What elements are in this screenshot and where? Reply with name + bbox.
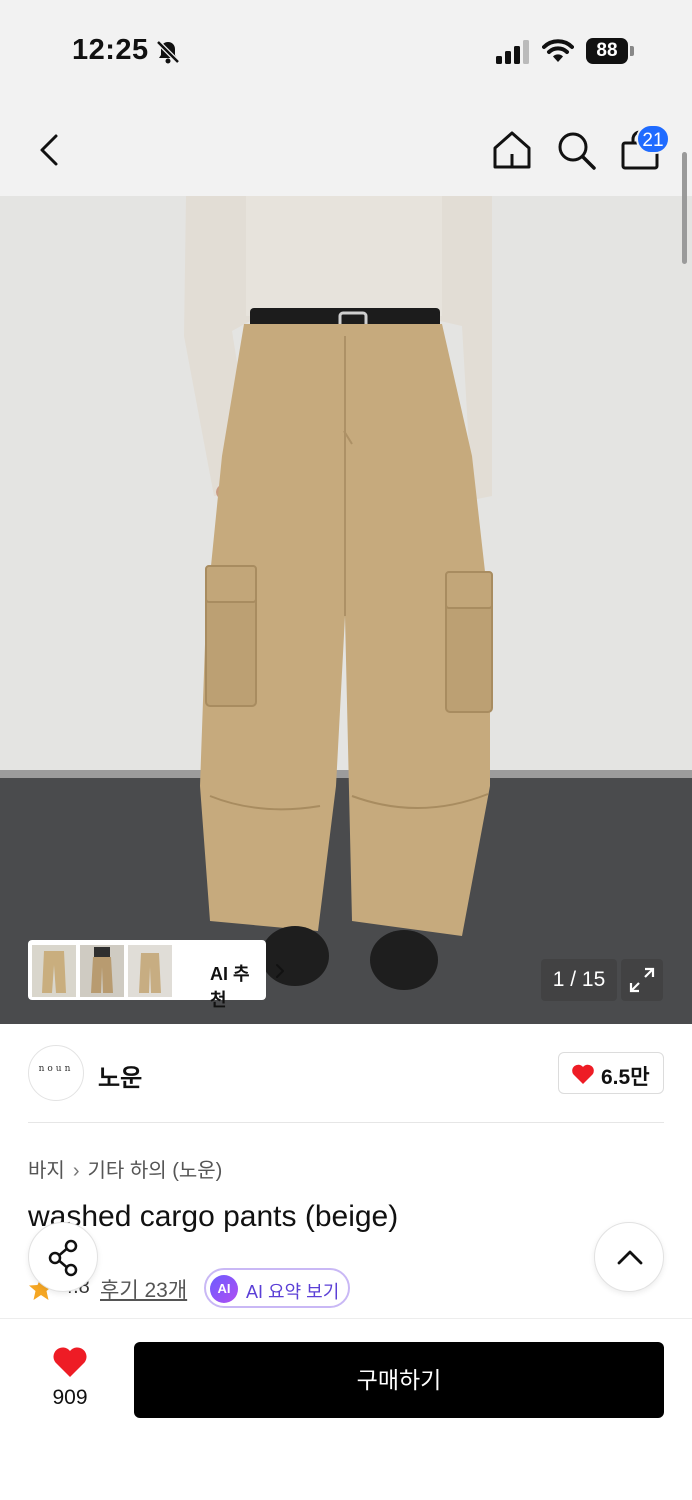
wish-count: 909: [52, 1386, 88, 1409]
battery-level: 88: [586, 38, 628, 64]
wifi-icon: [542, 39, 574, 62]
breadcrumb-item[interactable]: 기타 하의 (노운): [87, 1160, 222, 1182]
product-photo: [0, 196, 692, 1024]
heart-icon[interactable]: [52, 1346, 88, 1378]
chevron-right-icon: [276, 964, 284, 978]
brand-like-button[interactable]: 6.5만: [558, 1052, 664, 1094]
buy-button[interactable]: 구매하기: [134, 1342, 664, 1418]
ai-recommend-chip[interactable]: AI 추천: [28, 940, 284, 1010]
divider: [28, 1122, 664, 1123]
ai-recommend-label: AI 추천: [210, 964, 250, 1010]
brand-logo-text: noun: [38, 1064, 74, 1074]
expand-button[interactable]: [621, 959, 663, 1001]
bell-off-icon: [156, 40, 180, 64]
chevron-up-icon: [617, 1250, 643, 1265]
battery-icon: 88: [586, 38, 634, 64]
brand-logo[interactable]: noun: [28, 1045, 84, 1101]
scroll-top-button[interactable]: [594, 1222, 664, 1292]
brand-name[interactable]: 노운: [98, 1058, 142, 1093]
scrollbar[interactable]: [682, 152, 687, 264]
share-button[interactable]: [28, 1222, 98, 1292]
heart-icon: [572, 1064, 594, 1084]
status-bar: 12:25 88: [0, 0, 692, 100]
ai-thumbnail[interactable]: [80, 945, 124, 997]
back-icon[interactable]: [30, 130, 70, 170]
breadcrumb-item[interactable]: 바지: [28, 1160, 65, 1182]
nav-bar: [0, 100, 692, 196]
product-image[interactable]: [0, 196, 692, 1024]
expand-icon: [629, 967, 655, 993]
brand-like-count: 6.5만: [601, 1066, 650, 1089]
cart-count-badge: 21: [636, 124, 670, 154]
ai-thumbnail[interactable]: [32, 945, 76, 997]
breadcrumb: 바지 › 기타 하의 (노운): [28, 1154, 222, 1183]
review-link[interactable]: 후기 23개: [100, 1274, 187, 1304]
ai-summary-button[interactable]: AI AI 요약 보기: [204, 1268, 350, 1308]
home-icon[interactable]: [490, 128, 534, 172]
status-time: 12:25: [72, 34, 149, 66]
share-icon: [48, 1239, 78, 1277]
search-icon[interactable]: [554, 128, 598, 172]
ai-thumbnail[interactable]: [128, 945, 172, 997]
ai-badge-icon: AI: [210, 1275, 238, 1303]
signal-icon: [496, 40, 529, 64]
ai-summary-label: AI 요약 보기: [246, 1282, 340, 1302]
image-page-counter: 1 / 15: [541, 959, 617, 1001]
chevron-right-icon: ›: [72, 1160, 80, 1182]
